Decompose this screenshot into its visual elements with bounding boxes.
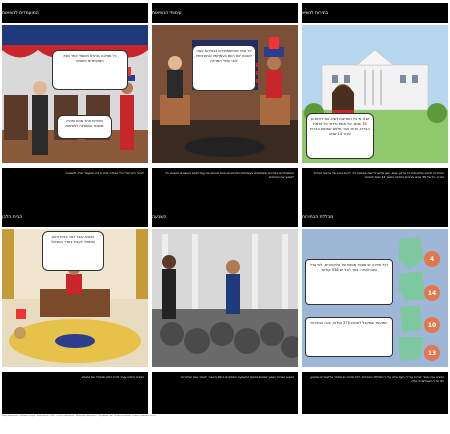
scene-oval-office: הנשיא עובר לגור בבית הלבן ומתחיל לעבוד ב… bbox=[2, 229, 148, 367]
scene-candidates: כל מפלגה בוחרת מועמד אחד מבין המועמדים ה… bbox=[2, 25, 148, 163]
footer-title[interactable]: Create your own at Storyboard That bbox=[2, 407, 104, 413]
storyboard: בחירות לנשיא יש 4 מי בל המדינות לשיא אמ … bbox=[0, 0, 450, 434]
inauguration-illustration bbox=[152, 229, 298, 367]
speech-bubble: כל מפלגה בוחרת מועמד אחד מבין המועמדים ה… bbox=[52, 50, 128, 90]
cell-header: עימותי הנשיאות bbox=[152, 3, 298, 23]
speech-bubble: לכל מדינה יש מספר מסוים של אלקטורים, לפי… bbox=[305, 259, 393, 305]
scene-electoral-map: 4 14 10 13 לכל מדינה יש מספר מסוים של אל… bbox=[302, 229, 448, 367]
footer-credits: Image Attributions: Portland, Oregon - B… bbox=[2, 415, 156, 417]
scene-inauguration bbox=[152, 229, 298, 367]
cell-header: הבית הלבן bbox=[2, 207, 148, 227]
cell-header: המועמדים לנשיאות bbox=[2, 3, 148, 23]
electoral-badge: 14 bbox=[424, 285, 440, 301]
scene-debate: כל אחד מהמתמודדים בבחירות ינסה לשכנע את … bbox=[152, 25, 298, 163]
candidates-illustration bbox=[2, 25, 148, 163]
cell-description: הבחירות לנשיא מתקיימות כל ארבע שנים. ישנ… bbox=[302, 168, 448, 210]
cell-description: הנשיא הנבחר נשבע אמונים בטקס ההשבעה המתק… bbox=[152, 372, 298, 414]
scene-white-house: יש 4 מי בל המדינות לשיא אמ להיות בן 35 ש… bbox=[302, 25, 448, 163]
speech-bubble: יש 4 מי בל המדינות לשיא אמ להיות בן 35 ש… bbox=[306, 113, 374, 159]
speech-bubble: כל אחד מהמתמודדים בבחירות ינסה לשכנע את … bbox=[192, 45, 256, 91]
cell-description: המתמודדים בבחירות משתתפים בעימותים טלווי… bbox=[152, 168, 298, 210]
electoral-badge: 13 bbox=[424, 345, 440, 361]
speech-bubble: הנשיא עובר לגור בבית הלבן ומתחיל לעבוד ב… bbox=[42, 231, 104, 271]
cell-header: השבעה bbox=[152, 207, 298, 227]
cell-description: הנשיא אינו נבחר ישירות על ידי העם אלא על… bbox=[302, 372, 448, 414]
cell-header: בחירות לנשיא bbox=[302, 3, 448, 23]
cell-description: לאחר הפריימריז כל מפלגה בוחרת את המועמד … bbox=[2, 168, 148, 210]
speech-bubble-2: המועמד שמקבל לפחות 270 קולות, זוכה בבחיר… bbox=[305, 317, 393, 357]
electoral-badge: 10 bbox=[424, 317, 440, 333]
electoral-badge: 4 bbox=[424, 251, 440, 267]
speech-bubble-2: בוחרים אחד מהם שיהיה מועמד המפלגה לנשיאו… bbox=[57, 115, 112, 139]
cell-header: מכללת הבחירות bbox=[302, 207, 448, 227]
